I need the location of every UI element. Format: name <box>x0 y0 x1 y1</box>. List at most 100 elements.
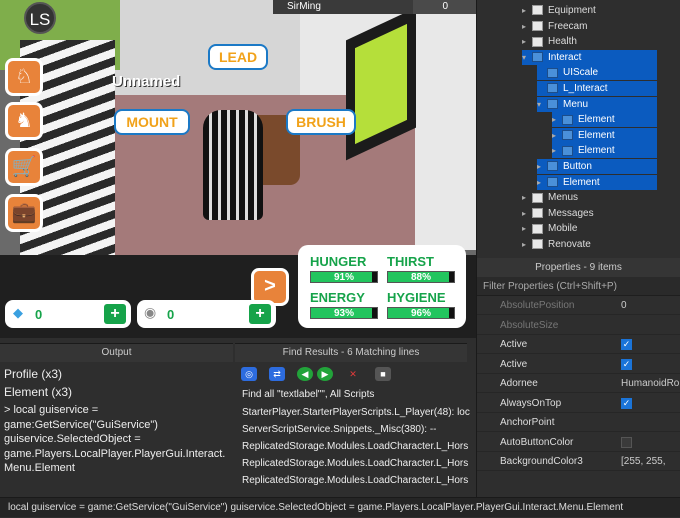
property-name: AlwaysOnTop <box>500 397 562 409</box>
coins-value: 0 <box>167 307 175 322</box>
property-row[interactable]: Active ✓ <box>477 355 680 374</box>
expand-arrow-icon[interactable]: ▸ <box>537 159 547 174</box>
lead-button[interactable]: LEAD <box>208 44 268 70</box>
explorer-item[interactable]: ▸ Element <box>552 112 657 128</box>
property-row[interactable]: AbsolutePosition 0 <box>477 296 680 315</box>
explorer-item-label: Element <box>578 129 615 141</box>
checkbox[interactable]: ✓ <box>621 358 632 370</box>
stop-search-button[interactable]: ■ <box>375 367 391 381</box>
explorer-item[interactable]: ▸ Mobile <box>522 221 657 236</box>
stats-panel: HUNGER 91% THIRST 88% ENERGY 93% HYGIENE… <box>298 245 466 328</box>
find-replace-button[interactable]: ⇄ <box>269 367 285 381</box>
add-gems-button[interactable]: + <box>104 304 126 324</box>
find-result-line[interactable]: StarterPlayer.StarterPlayerScripts.L_Pla… <box>242 407 470 418</box>
horse-menu-button[interactable]: ♘ <box>5 58 43 96</box>
explorer-item[interactable]: ▸ Button <box>537 159 657 174</box>
explorer-item-label: Interact <box>548 51 582 63</box>
property-value[interactable]: ✓ <box>621 394 632 413</box>
property-value[interactable]: ✓ <box>621 335 632 354</box>
game-viewport[interactable]: LS SirMing 0 ♘ ♞ 🛒 💼 Unnamed LEAD MOUNT … <box>0 0 476 338</box>
explorer-item-label: Element <box>578 114 615 126</box>
explorer-item[interactable]: ▸ Element <box>552 143 657 159</box>
output-line: game:GetService("GuiService") <box>4 418 158 431</box>
explorer-item-label: Messages <box>548 207 594 219</box>
previous-result-button[interactable]: ◀ <box>297 367 313 381</box>
knight-button[interactable]: ♞ <box>5 102 43 140</box>
property-value[interactable]: 0 <box>621 296 627 315</box>
shop-button[interactable]: 🛒 <box>5 148 43 186</box>
find-result-line[interactable]: ReplicatedStorage.Modules.LoadCharacter.… <box>242 475 468 486</box>
expand-arrow-icon[interactable]: ▸ <box>552 112 562 127</box>
explorer-item-label: L_Interact <box>563 83 608 94</box>
explorer-item[interactable]: ▾ Menu <box>537 96 657 112</box>
explorer-item[interactable]: L_Interact <box>537 81 657 96</box>
property-value[interactable]: [255, 255, <box>621 452 665 471</box>
command-bar-input[interactable]: local guiservice = game:GetService("GuiS… <box>0 497 680 517</box>
expand-arrow-icon[interactable]: ▾ <box>537 97 547 112</box>
plus-icon: + <box>110 305 120 322</box>
ui-scale-icon <box>547 67 558 78</box>
expand-arrow-icon[interactable]: ▸ <box>552 128 562 143</box>
checkbox[interactable]: ✓ <box>621 339 632 350</box>
mount-button[interactable]: MOUNT <box>114 109 190 135</box>
property-row[interactable]: BackgroundColor3 [255, 255, <box>477 452 680 471</box>
find-result-line[interactable]: ServerScriptService.Snippets._Misc(380):… <box>242 424 437 435</box>
expand-arrow-icon[interactable]: ▸ <box>522 221 532 236</box>
expand-arrow-icon[interactable]: ▸ <box>522 206 532 221</box>
find-results-panel: Find Results - 6 Matching lines ◎ ⇄ ◀ ▶ … <box>235 343 470 497</box>
folder-icon <box>532 5 543 16</box>
property-value[interactable]: ✓ <box>621 355 632 374</box>
screen-gui-icon <box>532 52 543 63</box>
close-icon: ✕ <box>349 369 357 379</box>
horse-name-label: Unnamed <box>112 73 181 90</box>
stat-bar-hunger: 91% <box>310 271 378 283</box>
explorer-item[interactable]: ▸ Equipment <box>522 3 657 18</box>
expand-arrow-icon[interactable]: ▸ <box>522 190 532 205</box>
checkbox[interactable]: ✓ <box>621 397 632 409</box>
expand-arrow-icon[interactable]: ▾ <box>522 50 532 65</box>
find-binoculars-button[interactable]: ◎ <box>241 367 257 381</box>
stat-label-hygiene: HYGIENE <box>387 290 446 305</box>
expand-arrow-icon[interactable]: ▸ <box>522 237 532 252</box>
property-value[interactable]: HumanoidRo <box>621 374 679 393</box>
player-value: 0 <box>413 0 476 14</box>
checkbox[interactable] <box>621 436 632 448</box>
explorer-item-label: Button <box>563 161 592 172</box>
find-result-line[interactable]: ReplicatedStorage.Modules.LoadCharacter.… <box>242 441 468 452</box>
explorer-item[interactable]: ▸ Menus <box>522 190 657 205</box>
ls-badge[interactable]: LS <box>24 2 56 34</box>
explorer-item[interactable]: ▸ Health <box>522 34 657 49</box>
stat-bar-hygiene: 96% <box>387 307 455 319</box>
stat-bar-energy: 93% <box>310 307 378 319</box>
explorer-item[interactable]: ▸ Freecam <box>522 19 657 34</box>
properties-filter-input[interactable]: Filter Properties (Ctrl+Shift+P) <box>477 277 680 296</box>
explorer-item[interactable]: UIScale <box>537 65 657 81</box>
property-row[interactable]: AnchorPoint <box>477 413 680 432</box>
property-name: AbsolutePosition <box>500 300 575 311</box>
expand-arrow-icon[interactable]: ▸ <box>522 19 532 34</box>
folder-icon <box>532 36 543 47</box>
explorer-item[interactable]: ▸ Element <box>537 174 657 190</box>
explorer-item[interactable]: ▾ Interact <box>522 49 657 65</box>
explorer-item[interactable]: ▸ Element <box>552 127 657 143</box>
add-coins-button[interactable]: + <box>249 304 271 324</box>
property-row[interactable]: AlwaysOnTop ✓ <box>477 394 680 413</box>
expand-arrow-icon[interactable]: ▸ <box>522 3 532 18</box>
explorer-item[interactable]: ▸ Renovate <box>522 237 657 252</box>
brush-button[interactable]: BRUSH <box>286 109 356 135</box>
expand-arrow-icon[interactable]: ▸ <box>522 34 532 49</box>
property-row[interactable]: Active ✓ <box>477 335 680 354</box>
find-result-line[interactable]: ReplicatedStorage.Modules.LoadCharacter.… <box>242 458 468 469</box>
property-row[interactable]: Adornee HumanoidRo <box>477 374 680 393</box>
clear-results-button[interactable]: ✕ <box>345 367 361 381</box>
output-line: guiservice.SelectedObject = <box>4 433 141 445</box>
property-row[interactable]: AutoButtonColor <box>477 433 680 452</box>
inventory-button[interactable]: 💼 <box>5 194 43 232</box>
next-result-button[interactable]: ▶ <box>317 367 333 381</box>
property-row[interactable]: AbsoluteSize <box>477 316 680 335</box>
coins-counter: ◉ 0 + <box>137 300 276 328</box>
explorer-item-label: Health <box>548 36 577 48</box>
expand-arrow-icon[interactable]: ▸ <box>537 175 547 190</box>
expand-arrow-icon[interactable]: ▸ <box>552 143 562 158</box>
explorer-item[interactable]: ▸ Messages <box>522 206 657 221</box>
